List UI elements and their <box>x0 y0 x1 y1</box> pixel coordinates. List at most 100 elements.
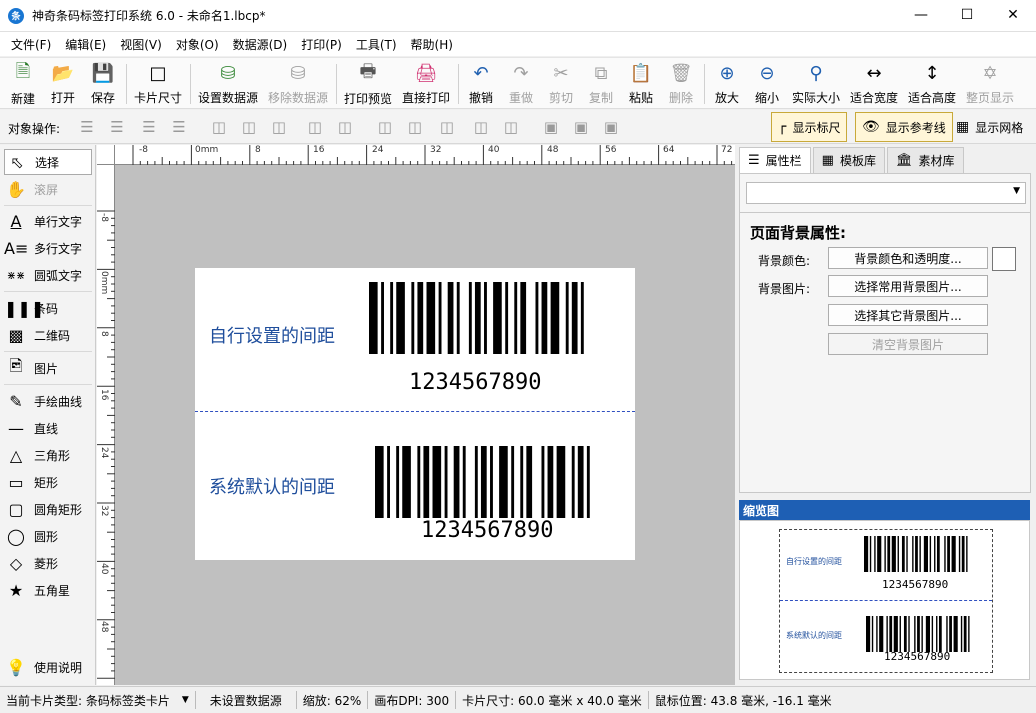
clear-bg-image-button[interactable]: 清空背景图片 <box>828 333 988 355</box>
zoom-out-button[interactable]: ⊖ 缩小 <box>752 60 782 106</box>
other-bg-image-button[interactable]: 选择其它背景图片... <box>828 304 988 326</box>
status-bar: 当前卡片类型: 条码标签类卡片 ▼ 未设置数据源 缩放: 62% 画布DPI: … <box>0 686 1036 713</box>
guide-line[interactable] <box>195 411 635 412</box>
menu-help[interactable]: 帮助(H) <box>404 36 460 53</box>
distribute-h-icon[interactable]: ◫ <box>334 116 356 138</box>
cut-button[interactable]: ✂ 剪切 <box>546 60 576 106</box>
overview-panel[interactable]: 自行设置的间距 1234567890 系统默认的间距 1234567890 <box>739 520 1030 680</box>
tool-select[interactable]: ⬁ 选择 <box>4 149 92 175</box>
status-card-type[interactable]: 当前卡片类型: 条码标签类卡片 <box>0 692 176 709</box>
barcode-top[interactable] <box>369 282 593 354</box>
align-center-icon[interactable]: ◫ <box>238 116 260 138</box>
delete-button[interactable]: 🗑 删除 <box>666 60 696 106</box>
bg-color-swatch[interactable] <box>992 247 1016 271</box>
overview-card[interactable]: 自行设置的间距 1234567890 系统默认的间距 1234567890 <box>779 529 993 673</box>
card-label-top[interactable]: 自行设置的间距 <box>209 322 335 348</box>
barcode-icon: ❚❚❚ <box>4 298 45 318</box>
bring-forward-icon[interactable]: ☰ <box>106 116 128 138</box>
status-mouse-pos: 鼠标位置: 43.8 毫米, -16.1 毫米 <box>654 693 832 708</box>
tool-scroll[interactable]: ✋ 滚屏 <box>4 176 92 202</box>
full-page-button[interactable]: ✡ 整页显示 <box>964 60 1016 106</box>
open-button[interactable]: 📂 打开 <box>48 60 78 106</box>
remove-datasource-button[interactable]: ⛁ 移除数据源 <box>266 60 330 106</box>
send-to-back-icon[interactable]: ☰ <box>168 116 190 138</box>
save-button[interactable]: 💾 保存 <box>88 60 118 106</box>
paste-button[interactable]: 📋 粘贴 <box>626 60 656 106</box>
bg-color-button[interactable]: 背景颜色和透明度... <box>828 247 988 269</box>
show-ruler-toggle[interactable]: ┌ 显示标尺 <box>771 112 848 142</box>
fit-height-icon: ↕ <box>924 63 940 84</box>
design-canvas[interactable]: -8 0mm 8 16 24 32 40 48 56 64 72 -8 0mm … <box>97 145 735 685</box>
lock-icon[interactable]: ▣ <box>600 116 622 138</box>
tab-templates[interactable]: ▦ 模板库 <box>812 147 885 173</box>
template-icon: ▦ <box>821 153 834 168</box>
new-button[interactable]: 🗎 新建 <box>8 60 38 106</box>
tool-round-rect[interactable]: ▢ 圆角矩形 <box>4 496 92 522</box>
undo-icon: ↶ <box>473 63 489 84</box>
same-width-icon[interactable]: ◫ <box>304 116 326 138</box>
tool-diamond[interactable]: ◇ 菱形 <box>4 550 92 576</box>
fit-width-button[interactable]: ↔ 适合宽度 <box>848 60 900 106</box>
direct-print-button[interactable]: 🖨 直接打印 <box>400 60 452 106</box>
menu-object[interactable]: 对象(O) <box>169 36 226 53</box>
tool-star[interactable]: ★ 五角星 <box>4 577 92 603</box>
align-middle-icon[interactable]: ◫ <box>404 116 426 138</box>
menu-datasource[interactable]: 数据源(D) <box>226 36 295 53</box>
tab-materials[interactable]: 🏛 素材库 <box>886 147 964 173</box>
barcode-bottom[interactable] <box>375 446 599 518</box>
print-preview-button[interactable]: 🖶 打印预览 <box>342 60 394 106</box>
pen-icon: ✎ <box>9 391 23 411</box>
align-right-icon[interactable]: ◫ <box>268 116 290 138</box>
group-icon[interactable]: ▣ <box>540 116 562 138</box>
copy-button[interactable]: ⧉ 复制 <box>586 60 616 106</box>
same-height-icon[interactable]: ◫ <box>470 116 492 138</box>
maximize-button[interactable]: ☐ <box>944 0 990 30</box>
actual-size-button[interactable]: ⚲ 实际大小 <box>790 60 842 106</box>
show-grid-toggle[interactable]: ▦ 显示网格 <box>952 112 1027 142</box>
common-bg-image-button[interactable]: 选择常用背景图片... <box>828 275 988 297</box>
tool-line[interactable]: — 直线 <box>4 415 92 441</box>
minimize-button[interactable]: — <box>898 0 944 30</box>
tool-barcode[interactable]: ❚❚❚ 条码 <box>4 295 92 321</box>
set-datasource-button[interactable]: ⛁ 设置数据源 <box>196 60 260 106</box>
menu-view[interactable]: 视图(V) <box>113 36 169 53</box>
tool-multi-text[interactable]: A≡ 多行文字 <box>4 235 92 261</box>
card-label-bottom[interactable]: 系统默认的间距 <box>209 473 335 499</box>
ungroup-icon[interactable]: ▣ <box>570 116 592 138</box>
tool-freehand[interactable]: ✎ 手绘曲线 <box>4 388 92 414</box>
align-top-icon[interactable]: ◫ <box>374 116 396 138</box>
tool-single-text[interactable]: A 单行文字 <box>4 208 92 234</box>
object-toolbar: 对象操作: ☰ ☰ ☰ ☰ ◫ ◫ ◫ ◫ ◫ ◫ ◫ ◫ ◫ ◫ ▣ ▣ ▣ … <box>0 110 1036 144</box>
show-guides-toggle[interactable]: 👁 显示参考线 <box>855 112 953 142</box>
bring-to-front-icon[interactable]: ☰ <box>76 116 98 138</box>
tool-qrcode[interactable]: ▩ 二维码 <box>4 322 92 348</box>
menu-print[interactable]: 打印(P) <box>294 36 349 53</box>
menu-tools[interactable]: 工具(T) <box>349 36 404 53</box>
bg-image-label: 背景图片: <box>758 282 811 296</box>
rectangle-icon: ▭ <box>8 472 24 492</box>
close-button[interactable]: ✕ <box>990 0 1036 30</box>
send-backward-icon[interactable]: ☰ <box>138 116 160 138</box>
card-size-button[interactable]: □ 卡片尺寸 <box>132 60 184 106</box>
overview-barcode-top <box>864 536 968 572</box>
object-select-dropdown[interactable]: ▼ <box>746 182 1026 204</box>
redo-button[interactable]: ↷ 重做 <box>506 60 536 106</box>
undo-button[interactable]: ↶ 撤销 <box>466 60 496 106</box>
menu-edit[interactable]: 编辑(E) <box>58 36 113 53</box>
cut-icon: ✂ <box>553 63 569 84</box>
fit-height-button[interactable]: ↕ 适合高度 <box>906 60 958 106</box>
card-type-dropdown-icon[interactable]: ▼ <box>176 695 195 705</box>
align-left-icon[interactable]: ◫ <box>208 116 230 138</box>
tab-properties[interactable]: ☰ 属性栏 <box>739 147 811 173</box>
distribute-v-icon[interactable]: ◫ <box>500 116 522 138</box>
tool-circle[interactable]: ◯ 圆形 <box>4 523 92 549</box>
tool-rect[interactable]: ▭ 矩形 <box>4 469 92 495</box>
label-card[interactable]: 自行设置的间距 1234567890 系统默认的间距 1234567890 <box>195 268 635 560</box>
align-bottom-icon[interactable]: ◫ <box>436 116 458 138</box>
tool-triangle[interactable]: △ 三角形 <box>4 442 92 468</box>
help-button[interactable]: 💡 使用说明 <box>4 654 92 680</box>
zoom-in-button[interactable]: ⊕ 放大 <box>712 60 742 106</box>
tool-arc-text[interactable]: ⋇⋇ 圆弧文字 <box>4 262 92 288</box>
menu-file[interactable]: 文件(F) <box>4 36 58 53</box>
tool-image[interactable]: 🖻 图片 <box>4 355 92 381</box>
